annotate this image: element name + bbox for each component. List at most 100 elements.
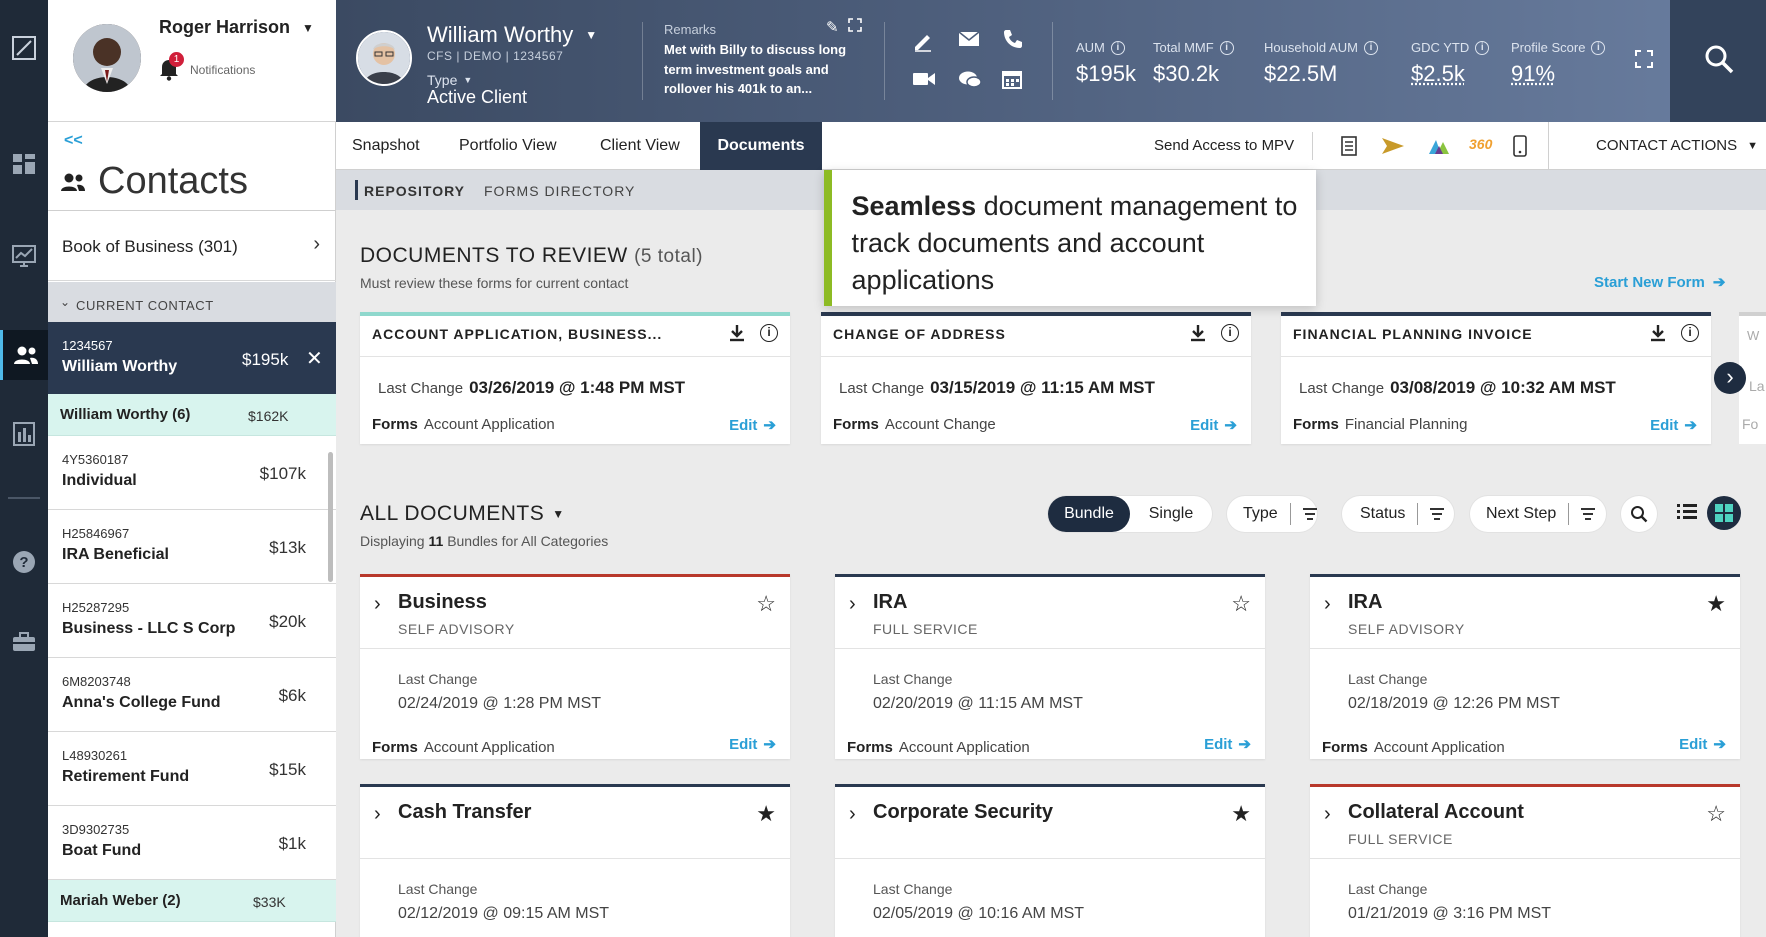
bundle-card[interactable]: › Collateral Account FULL SERVICE ☆ Last…: [1310, 784, 1740, 937]
account-row[interactable]: H25846967 IRA Beneficial $13k: [48, 510, 336, 584]
info-icon[interactable]: i: [1681, 324, 1699, 342]
status-filter[interactable]: Status: [1342, 496, 1454, 532]
next-step-filter[interactable]: Next Step: [1470, 496, 1606, 532]
mobile-icon[interactable]: [1513, 135, 1527, 162]
toggle-single[interactable]: Single: [1130, 505, 1212, 523]
contacts-nav-icon[interactable]: [0, 330, 48, 380]
search-documents-button[interactable]: [1621, 496, 1657, 532]
download-icon[interactable]: [1189, 324, 1207, 347]
expand-icon[interactable]: [848, 18, 862, 32]
collapse-sidebar-button[interactable]: <<: [64, 132, 83, 150]
phone-icon[interactable]: [1002, 28, 1028, 54]
star-filled-icon[interactable]: ★: [1706, 591, 1726, 617]
bundle-card[interactable]: › Corporate Security ★ Last Change 02/05…: [835, 784, 1265, 937]
grid-view-button[interactable]: [1707, 496, 1741, 530]
bundle-card[interactable]: › IRA SELF ADVISORY ★ Last Change 02/18/…: [1310, 574, 1740, 759]
bundle-card[interactable]: › Business SELF ADVISORY ☆ Last Change 0…: [360, 574, 790, 759]
edit-link[interactable]: Edit ➔: [729, 416, 776, 435]
fullscreen-icon[interactable]: [1635, 50, 1653, 68]
download-icon[interactable]: [728, 324, 746, 347]
contact-actions-menu[interactable]: CONTACT ACTIONS ▼: [1596, 137, 1758, 154]
info-icon[interactable]: i: [1475, 40, 1490, 55]
chat-icon[interactable]: [958, 70, 984, 96]
subnav-forms-directory[interactable]: FORMS DIRECTORY: [484, 183, 635, 199]
sidebar-scrollbar[interactable]: [328, 452, 333, 582]
email-icon[interactable]: [958, 30, 984, 56]
star-filled-icon[interactable]: ★: [1231, 801, 1251, 827]
bundle-card[interactable]: › IRA FULL SERVICE ☆ Last Change 02/20/2…: [835, 574, 1265, 759]
carousel-next-button[interactable]: ›: [1714, 362, 1746, 394]
household-group-row[interactable]: William Worthy (6) $162K: [48, 394, 336, 436]
pencil-icon[interactable]: ✎: [826, 18, 839, 36]
bundle-card[interactable]: › Cash Transfer ★ Last Change 02/12/2019…: [360, 784, 790, 937]
review-card[interactable]: CHANGE OF ADDRESS i Last Change 03/15/201…: [821, 312, 1251, 444]
edit-link[interactable]: Edit ➔: [1190, 416, 1237, 435]
star-outline-icon[interactable]: ☆: [1706, 801, 1726, 827]
briefcase-icon[interactable]: [0, 622, 48, 662]
chevron-right-icon[interactable]: ›: [849, 803, 856, 826]
tab-portfolio-view[interactable]: Portfolio View: [443, 122, 573, 170]
send-access-button[interactable]: Send Access to MPV: [1154, 137, 1294, 154]
info-icon[interactable]: i: [1110, 40, 1125, 55]
tab-client-view[interactable]: Client View: [584, 122, 696, 170]
review-card[interactable]: FINANCIAL PLANNING INVOICE i Last Change…: [1281, 312, 1711, 444]
video-icon[interactable]: [912, 70, 938, 96]
review-card[interactable]: ACCOUNT APPLICATION, BUSINESS... i Last …: [360, 312, 790, 444]
star-outline-icon[interactable]: ☆: [756, 591, 776, 617]
metric-profile-score[interactable]: Profile Score i 91%: [1511, 40, 1606, 87]
analytics-icon[interactable]: [0, 236, 48, 276]
list-view-icon[interactable]: [1676, 500, 1698, 522]
close-icon[interactable]: ✕: [306, 346, 323, 371]
send-arrow-icon[interactable]: [1381, 137, 1405, 160]
chevron-right-icon[interactable]: ›: [374, 593, 381, 616]
tab-documents[interactable]: Documents: [700, 122, 822, 170]
info-icon[interactable]: i: [760, 324, 778, 342]
edit-link[interactable]: Edit ➔: [1204, 735, 1251, 754]
account-row[interactable]: L48930261 Retirement Fund $15k: [48, 732, 336, 806]
type-filter[interactable]: Type: [1227, 496, 1317, 532]
remarks-text[interactable]: Met with Billy to discuss long term inve…: [664, 40, 864, 99]
info-icon[interactable]: i: [1221, 324, 1239, 342]
account-row[interactable]: 3D9302735 Boat Fund $1k: [48, 806, 336, 880]
download-icon[interactable]: [1649, 324, 1667, 347]
current-contact-section[interactable]: ⌄ CURRENT CONTACT: [48, 282, 336, 322]
search-button[interactable]: [1670, 0, 1766, 122]
toggle-bundle[interactable]: Bundle: [1048, 496, 1130, 532]
metric-aum[interactable]: AUM i $195k: [1076, 40, 1136, 87]
edit-link[interactable]: Edit ➔: [729, 735, 776, 754]
book-of-business-link[interactable]: Book of Business (301) ›: [48, 211, 336, 281]
user-menu[interactable]: Roger Harrison ▼: [159, 17, 314, 38]
view-360-icon[interactable]: 360: [1469, 136, 1492, 152]
start-new-form-link[interactable]: Start New Form ➔: [1594, 273, 1725, 292]
star-outline-icon[interactable]: ☆: [1231, 591, 1251, 617]
account-row[interactable]: 6M8203748 Anna's College Fund $6k: [48, 658, 336, 732]
info-icon[interactable]: i: [1219, 40, 1234, 55]
star-filled-icon[interactable]: ★: [756, 801, 776, 827]
user-avatar[interactable]: [73, 24, 141, 92]
all-documents-dropdown[interactable]: ALL DOCUMENTS ▼: [360, 502, 565, 526]
metric-household-aum[interactable]: Household AUM i $22.5M: [1264, 40, 1378, 87]
info-icon[interactable]: i: [1363, 40, 1378, 55]
info-icon[interactable]: i: [1591, 40, 1606, 55]
metric-gdc-ytd[interactable]: GDC YTD i $2.5k: [1411, 40, 1490, 87]
account-row[interactable]: 4Y5360187 Individual $107k: [48, 436, 336, 510]
document-icon[interactable]: [1341, 136, 1357, 161]
tab-snapshot[interactable]: Snapshot: [336, 122, 436, 170]
app-logo-icon[interactable]: [0, 28, 48, 68]
subnav-repository[interactable]: REPOSITORY: [364, 183, 465, 199]
edit-link[interactable]: Edit ➔: [1650, 416, 1697, 435]
dashboard-icon[interactable]: [0, 144, 48, 184]
chevron-right-icon[interactable]: ›: [1324, 593, 1331, 616]
help-icon[interactable]: ?: [0, 542, 48, 582]
chevron-right-icon[interactable]: ›: [849, 593, 856, 616]
reports-icon[interactable]: [0, 414, 48, 454]
account-row[interactable]: H25287295 Business - LLC S Corp $20k: [48, 584, 336, 658]
calendar-icon[interactable]: [1002, 69, 1028, 95]
chevron-right-icon[interactable]: ›: [374, 803, 381, 826]
bell-icon[interactable]: 1: [158, 52, 184, 83]
metric-total-mmf[interactable]: Total MMF i $30.2k: [1153, 40, 1234, 87]
client-name-menu[interactable]: William Worthy ▼: [427, 22, 597, 48]
edit-icon[interactable]: [912, 30, 938, 56]
client-avatar[interactable]: [356, 30, 412, 86]
household-group-row[interactable]: Mariah Weber (2) $33K: [48, 880, 336, 922]
